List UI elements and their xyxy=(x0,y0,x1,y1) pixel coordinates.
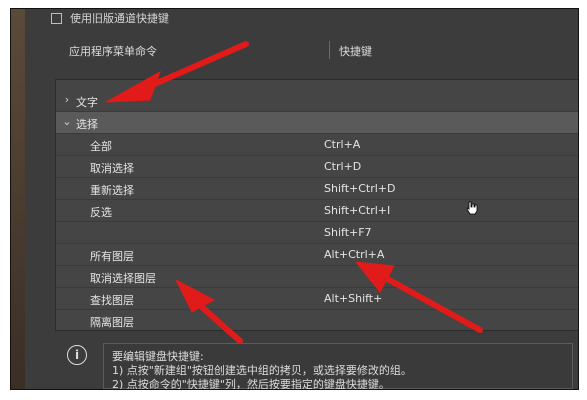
command-label: 隔离图层 xyxy=(90,316,134,329)
command-label: 查找图层 xyxy=(90,294,134,307)
command-label: 取消选择图层 xyxy=(90,272,156,285)
column-header-command: 应用程序菜单命令 xyxy=(69,45,157,58)
shortcut-value[interactable]: Alt+Ctrl+A xyxy=(324,248,384,261)
group-row-text[interactable]: › 文字 xyxy=(56,90,578,112)
shortcut-row[interactable]: Shift+F7 xyxy=(56,222,578,244)
group-row-select[interactable]: ⌄ 选择 xyxy=(56,112,578,134)
column-separator xyxy=(329,41,330,59)
command-label: 全部 xyxy=(90,140,112,153)
table-header: 应用程序菜单命令 快捷键 xyxy=(11,39,578,63)
background-strip xyxy=(11,9,25,389)
shortcut-value[interactable]: Alt+Shift+ xyxy=(324,292,382,305)
shortcut-row[interactable]: 取消选择 Ctrl+D xyxy=(56,156,578,178)
shortcut-row[interactable]: 取消选择图层 xyxy=(56,266,578,288)
legacy-channel-shortcuts-option[interactable]: 使用旧版通道快捷键 xyxy=(51,9,169,27)
shortcut-value[interactable]: Shift+F7 xyxy=(324,226,372,239)
shortcut-row[interactable]: 全部 Ctrl+A xyxy=(56,134,578,156)
column-header-shortcut: 快捷键 xyxy=(339,45,372,58)
command-label: 取消选择 xyxy=(90,162,134,175)
shortcut-row[interactable]: 所有图层 Alt+Ctrl+A xyxy=(56,244,578,266)
mouse-cursor-icon xyxy=(466,201,478,215)
group-label-text: 文字 xyxy=(76,96,98,109)
legacy-shortcuts-label: 使用旧版通道快捷键 xyxy=(70,12,169,25)
group-label-select: 选择 xyxy=(76,118,98,131)
shortcut-value[interactable]: Shift+Ctrl+D xyxy=(324,182,395,195)
shortcut-row[interactable]: 反选 Shift+Ctrl+I xyxy=(56,200,578,222)
command-label: 反选 xyxy=(90,206,112,219)
shortcut-value[interactable]: Ctrl+D xyxy=(324,160,361,173)
shortcut-value[interactable]: Shift+Ctrl+I xyxy=(324,204,390,217)
chevron-down-icon[interactable]: ⌄ xyxy=(62,115,72,128)
command-label: 所有图层 xyxy=(90,250,134,263)
info-line-1: 要编辑键盘快捷键: xyxy=(112,350,204,363)
shortcut-row[interactable]: 重新选择 Shift+Ctrl+D xyxy=(56,178,578,200)
shortcut-row[interactable]: 隔离图层 xyxy=(56,310,578,331)
shortcut-value[interactable]: Ctrl+A xyxy=(324,138,360,151)
info-text-box: 要编辑键盘快捷键: 1) 点按"新建组"按钮创建选中组的拷贝，或选择要修改的组。… xyxy=(103,343,573,389)
command-label: 重新选择 xyxy=(90,184,134,197)
info-icon: i xyxy=(67,345,87,365)
info-area: i 要编辑键盘快捷键: 1) 点按"新建组"按钮创建选中组的拷贝，或选择要修改的… xyxy=(55,335,578,389)
shortcut-row[interactable]: 查找图层 Alt+Shift+ xyxy=(56,288,578,310)
info-line-3: 2) 点按命令的"快捷键"列，然后按要指定的键盘快捷键。 xyxy=(112,378,390,390)
chevron-right-icon[interactable]: › xyxy=(62,93,72,106)
shortcut-list[interactable]: › 文字 ⌄ 选择 全部 Ctrl+A 取消选择 Ctrl+D 重新选择 Shi… xyxy=(55,79,578,331)
keyboard-shortcuts-dialog: 使用旧版通道快捷键 应用程序菜单命令 快捷键 › 文字 ⌄ 选择 全部 Ctrl… xyxy=(10,8,579,390)
info-line-2: 1) 点按"新建组"按钮创建选中组的拷贝，或选择要修改的组。 xyxy=(112,364,412,377)
legacy-shortcuts-checkbox[interactable] xyxy=(51,12,62,24)
